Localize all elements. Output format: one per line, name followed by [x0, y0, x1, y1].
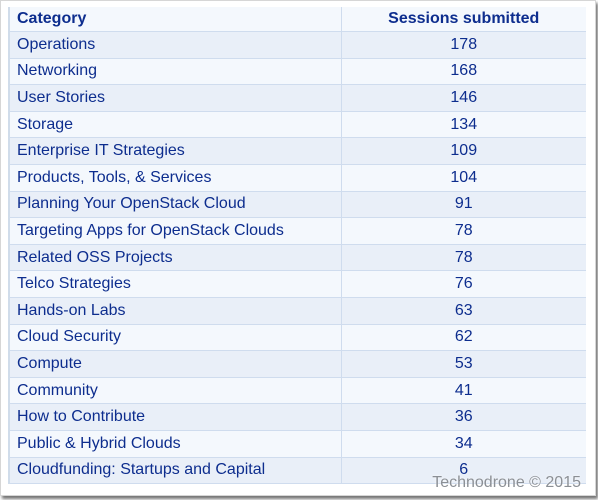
cell-sessions: 36 — [340, 403, 586, 431]
cell-category: Networking — [9, 58, 341, 86]
cell-category: Planning Your OpenStack Cloud — [9, 191, 341, 219]
table-row: Public & Hybrid Clouds 34 — [9, 430, 586, 458]
cell-sessions: 104 — [340, 164, 586, 192]
table-row: Related OSS Projects 78 — [9, 244, 586, 272]
cell-sessions: 34 — [340, 430, 586, 458]
table-row: Hands-on Labs 63 — [9, 297, 586, 325]
cell-sessions: 63 — [340, 297, 586, 325]
table-row: User Stories 146 — [9, 84, 586, 112]
table-row: Networking 168 — [9, 58, 586, 86]
cell-category: Products, Tools, & Services — [9, 164, 341, 192]
table-header-row: Category Sessions submitted — [9, 7, 586, 32]
table-body: Operations 178 Networking 168 User Stories 14… — [9, 31, 586, 485]
cell-category: Compute — [9, 350, 341, 378]
cell-sessions: 109 — [340, 137, 586, 165]
cell-sessions: 76 — [340, 270, 586, 298]
cell-sessions: 78 — [340, 244, 586, 272]
table-row: Operations 178 — [9, 31, 586, 59]
cell-sessions: 168 — [340, 58, 586, 86]
cell-sessions: 41 — [340, 377, 586, 405]
cell-category: How to Contribute — [9, 403, 341, 431]
table-row: Enterprise IT Strategies 109 — [9, 137, 586, 165]
table-row: How to Contribute 36 — [9, 403, 586, 431]
table-row: Community 41 — [9, 377, 586, 405]
cell-category: Operations — [9, 31, 341, 59]
sessions-table: Category Sessions submitted Operations 17… — [8, 7, 586, 485]
cell-sessions: 91 — [340, 191, 586, 219]
cell-sessions: 146 — [340, 84, 586, 112]
cell-sessions: 78 — [340, 217, 586, 245]
header-sessions-submitted: Sessions submitted — [340, 7, 586, 32]
cell-sessions: 53 — [340, 350, 586, 378]
cell-sessions: 134 — [340, 111, 586, 139]
table-row: Compute 53 — [9, 350, 586, 378]
cell-category: Cloudfunding: Startups and Capital — [9, 457, 341, 485]
cell-category: Targeting Apps for OpenStack Clouds — [9, 217, 341, 245]
table-row: Cloud Security 62 — [9, 324, 586, 352]
cell-category: Telco Strategies — [9, 270, 341, 298]
cell-category: Related OSS Projects — [9, 244, 341, 272]
table-row: Storage 134 — [9, 111, 586, 139]
table-row: Telco Strategies 76 — [9, 270, 586, 298]
cell-category: Enterprise IT Strategies — [9, 137, 341, 165]
cell-category: Community — [9, 377, 341, 405]
cell-sessions: 62 — [340, 324, 586, 352]
table-row: Targeting Apps for OpenStack Clouds 78 — [9, 217, 586, 245]
cell-category: Cloud Security — [9, 324, 341, 352]
cell-category: Hands-on Labs — [9, 297, 341, 325]
cell-category: User Stories — [9, 84, 341, 112]
cell-sessions: 178 — [340, 31, 586, 59]
watermark: Technodrone © 2015 — [432, 474, 581, 491]
table-row: Products, Tools, & Services 104 — [9, 164, 586, 192]
table-row: Planning Your OpenStack Cloud 91 — [9, 191, 586, 219]
cell-category: Public & Hybrid Clouds — [9, 430, 341, 458]
cell-category: Storage — [9, 111, 341, 139]
header-category: Category — [9, 7, 341, 32]
